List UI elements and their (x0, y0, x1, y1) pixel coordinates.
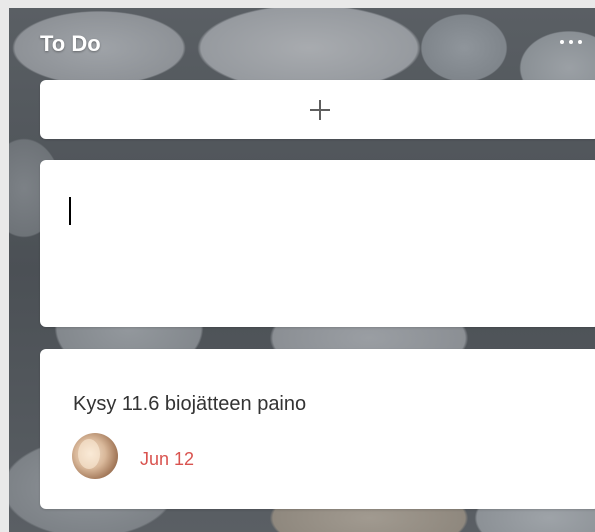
avatar[interactable] (72, 433, 118, 479)
due-date: Jun 12 (140, 449, 195, 469)
list-title[interactable]: To Do (40, 31, 101, 57)
new-card-input[interactable] (68, 196, 568, 306)
add-card-button[interactable] (40, 80, 595, 139)
card-title: Kysy 11.6 biojätteen paino (73, 393, 307, 415)
card[interactable]: Kysy 11.6 biojätteen paino Jun 12 (40, 349, 595, 509)
new-card-editor[interactable] (40, 160, 595, 327)
plus-icon (309, 99, 331, 121)
ellipsis-icon[interactable] (560, 35, 595, 49)
